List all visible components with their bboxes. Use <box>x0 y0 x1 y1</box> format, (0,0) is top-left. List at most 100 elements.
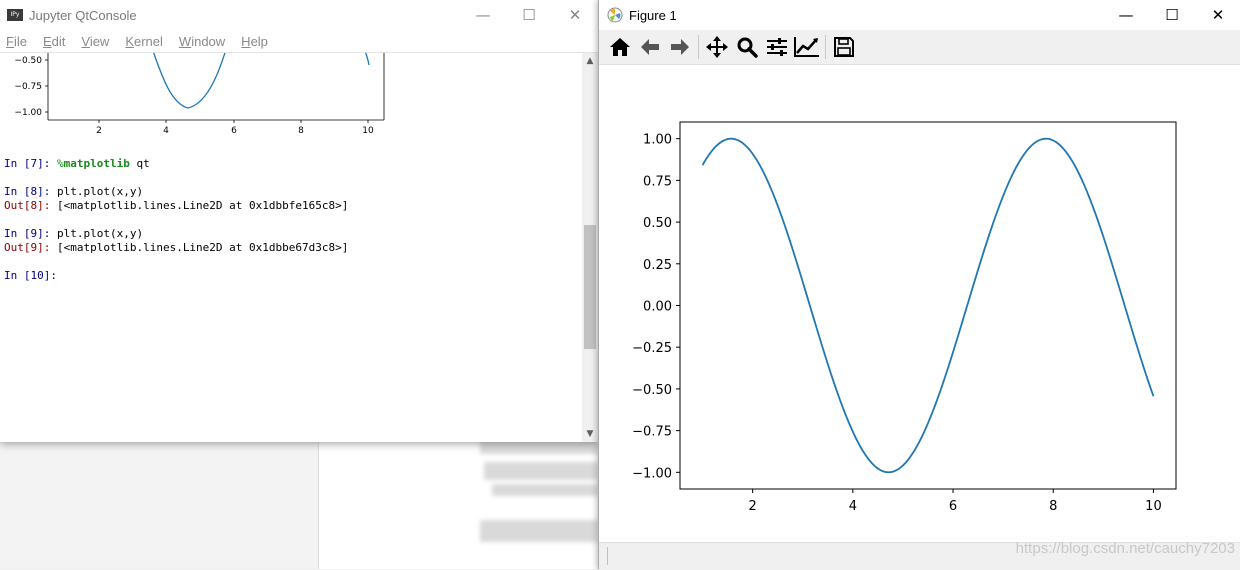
x-tick-label: 8 <box>1049 499 1057 514</box>
blurred-region <box>484 462 598 480</box>
x-tick-label: 6 <box>949 499 957 514</box>
ipython-app-icon: IPy <box>7 9 23 21</box>
code-text: plt.plot(x,y) <box>56 227 144 240</box>
y-tick-label: −0.25 <box>632 341 672 356</box>
maximize-icon: ☐ <box>1165 6 1179 24</box>
blurred-region <box>480 440 598 454</box>
inline-xtick-label: 10 <box>362 126 374 133</box>
watermark: https://blog.csdn.net/cauchy7203 <box>1015 540 1235 557</box>
window-title: Jupyter QtConsole <box>29 7 137 23</box>
cell-9-output: Out[9]: [<matplotlib.lines.Line2D at 0x1… <box>4 241 348 254</box>
back-icon <box>641 39 659 55</box>
save-icon <box>834 37 854 57</box>
x-tick-label: 4 <box>849 499 857 514</box>
subplots-button[interactable] <box>762 33 792 61</box>
sine-plot[interactable]: 1.00 0.75 0.50 0.25 0.00 −0.25 −0.50 −0.75 −1.00… <box>599 65 1240 542</box>
cell-7: In [7]: %matplotlib qt <box>4 157 150 170</box>
minimize-button[interactable]: — <box>1103 0 1149 30</box>
cell-8-output: Out[8]: [<matplotlib.lines.Line2D at 0x1… <box>4 199 348 212</box>
y-tick-label: −0.75 <box>632 425 672 440</box>
inline-xtick-label: 8 <box>298 126 304 133</box>
y-tick-label: 1.00 <box>643 133 672 148</box>
customize-button[interactable] <box>792 33 822 61</box>
maximize-button[interactable]: ☐ <box>1149 0 1195 30</box>
scroll-up-icon[interactable]: ▲ <box>582 53 598 69</box>
zoom-button[interactable] <box>732 33 762 61</box>
x-tick-label: 10 <box>1145 499 1162 514</box>
jupyter-qtconsole-window: IPy Jupyter QtConsole — ☐ ✕ File Edit Vi… <box>0 0 598 442</box>
inline-xtick-label: 2 <box>96 126 102 133</box>
inline-xtick-label: 6 <box>231 126 237 133</box>
series-line-0 <box>701 137 1155 474</box>
vertical-scrollbar[interactable]: ▲ ▼ <box>582 53 598 442</box>
magic-command: matplotlib <box>63 157 130 170</box>
figure-window: Figure 1 — ☐ ✕ 1.00 0.75 0.50 0.25 0.00 … <box>598 0 1240 570</box>
axes-frame <box>679 121 1177 490</box>
minimize-button[interactable]: — <box>460 0 506 30</box>
cell-10-input[interactable]: In [10]: <box>4 269 57 282</box>
title-bar: IPy Jupyter QtConsole — ☐ ✕ <box>0 0 598 30</box>
output-prompt: Out[8]: <box>4 199 51 212</box>
y-tick-label: 0.25 <box>643 258 672 273</box>
save-button[interactable] <box>829 33 859 61</box>
y-tick-label: 0.50 <box>643 216 672 231</box>
y-tick-label: 0.00 <box>643 300 672 315</box>
close-icon: ✕ <box>1211 6 1225 24</box>
inline-sine-curve <box>153 53 226 109</box>
blurred-region <box>492 484 598 496</box>
customize-icon <box>794 37 819 57</box>
inline-xticks: 2 4 6 8 10 <box>96 120 374 133</box>
home-button[interactable] <box>605 33 635 61</box>
menu-file[interactable]: File <box>6 34 27 49</box>
menu-edit[interactable]: Edit <box>43 34 65 49</box>
toolbar-separator <box>698 35 699 59</box>
output-text: [<matplotlib.lines.Line2D at 0x1dbbfe165… <box>56 199 349 212</box>
window-title: Figure 1 <box>629 7 677 23</box>
magic-args: qt <box>129 157 150 170</box>
background-window <box>318 440 601 569</box>
close-button[interactable]: ✕ <box>552 0 598 30</box>
forward-button[interactable] <box>665 33 695 61</box>
inline-ytick-label: −0.75 <box>14 82 42 92</box>
scroll-down-icon[interactable]: ▼ <box>582 426 598 442</box>
close-button[interactable]: ✕ <box>1195 0 1240 30</box>
toolbar-separator <box>825 35 826 59</box>
inline-ytick-label: −0.50 <box>14 56 42 66</box>
zoom-icon <box>737 37 758 58</box>
y-tick-label: 0.75 <box>643 174 672 189</box>
home-icon <box>610 38 630 56</box>
back-button[interactable] <box>635 33 665 61</box>
inline-yticks: −0.50 −0.75 −1.00 <box>14 56 48 118</box>
inline-plot: −0.50 −0.75 −1.00 2 4 6 8 10 <box>14 53 385 133</box>
minimize-icon: — <box>475 6 491 24</box>
scroll-thumb[interactable] <box>584 225 596 349</box>
magic-prefix: % <box>56 157 64 170</box>
forward-icon <box>671 39 689 55</box>
maximize-button[interactable]: ☐ <box>506 0 552 30</box>
cell-8-input: In [8]: plt.plot(x,y) <box>4 185 143 198</box>
menu-window[interactable]: Window <box>179 34 225 49</box>
title-bar: Figure 1 — ☐ ✕ <box>599 0 1240 30</box>
code-text: plt.plot(x,y) <box>56 185 144 198</box>
close-icon: ✕ <box>568 6 582 24</box>
maximize-icon: ☐ <box>522 6 536 24</box>
menu-bar: File Edit View Kernel Window Help <box>0 30 598 53</box>
output-prompt: Out[9]: <box>4 241 51 254</box>
menu-help[interactable]: Help <box>241 34 268 49</box>
output-text: [<matplotlib.lines.Line2D at 0x1dbbe67d3… <box>56 241 349 254</box>
inline-sine-curve-tail <box>364 53 370 66</box>
navigation-toolbar <box>599 30 1240 65</box>
input-prompt: In [10]: <box>4 269 57 282</box>
menu-view[interactable]: View <box>81 34 109 49</box>
console-output[interactable]: −0.50 −0.75 −1.00 2 4 6 8 10 In [7]: %ma… <box>0 53 582 442</box>
pan-icon <box>706 36 728 58</box>
blurred-region <box>480 520 598 542</box>
x-tick-label: 2 <box>749 499 757 514</box>
menu-kernel[interactable]: Kernel <box>125 34 163 49</box>
input-prompt: In [9]: <box>4 227 51 240</box>
input-prompt: In [7]: <box>4 157 51 170</box>
figure-canvas[interactable]: 1.00 0.75 0.50 0.25 0.00 −0.25 −0.50 −0.75 −1.00… <box>599 65 1240 542</box>
pan-button[interactable] <box>702 33 732 61</box>
inline-ytick-label: −1.00 <box>14 108 42 118</box>
inline-xtick-label: 4 <box>163 126 169 133</box>
